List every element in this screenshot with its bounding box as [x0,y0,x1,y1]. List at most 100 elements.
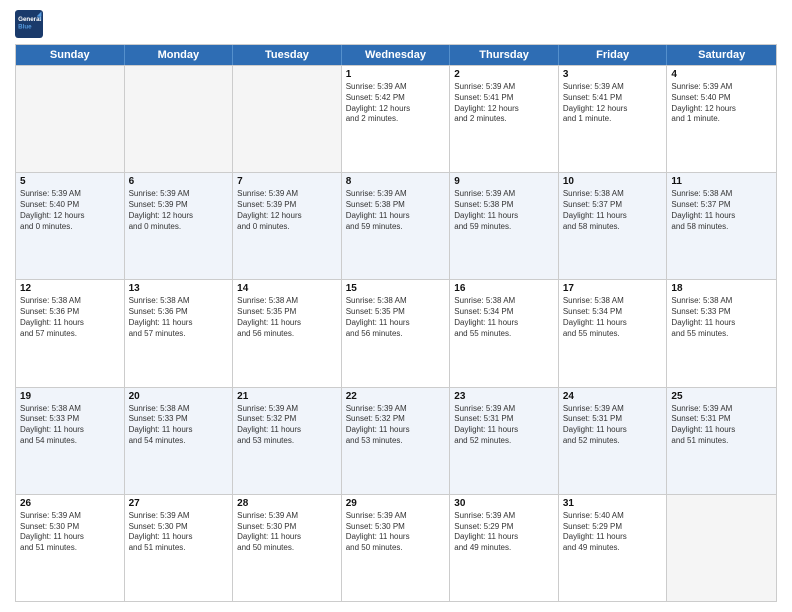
calendar-cell-13: 13Sunrise: 5:38 AMSunset: 5:36 PMDayligh… [125,280,234,386]
day-number: 3 [563,69,663,80]
cell-info: Sunrise: 5:39 AMSunset: 5:42 PMDaylight:… [346,82,446,125]
day-number: 18 [671,283,772,294]
cell-info: Sunrise: 5:38 AMSunset: 5:34 PMDaylight:… [563,296,663,339]
day-number: 24 [563,391,663,402]
calendar-cell-28: 28 Sunrise: 5:39 AMSunset: 5:30 PMDayligh… [233,495,342,601]
day-number: 30 [454,498,554,509]
day-number: 21 [237,391,337,402]
calendar-cell-25: 25 Sunrise: 5:39 AMSunset: 5:31 PMDayligh… [667,388,776,494]
day-number: 23 [454,391,554,402]
calendar-cell-30: 30 Sunrise: 5:39 AMSunset: 5:29 PMDayligh… [450,495,559,601]
cell-info: Sunrise: 5:39 AMSunset: 5:30 PMDaylight:… [237,511,337,554]
calendar-row-5: 26 Sunrise: 5:39 AMSunset: 5:30 PMDayligh… [16,494,776,601]
header-day-friday: Friday [559,45,668,65]
cell-info: Sunrise: 5:38 AMSunset: 5:35 PMDaylight:… [237,296,337,339]
calendar-row-2: 5 Sunrise: 5:39 AMSunset: 5:40 PMDaylight… [16,172,776,279]
day-number: 22 [346,391,446,402]
cell-info: Sunrise: 5:38 AMSunset: 5:33 PMDaylight:… [671,296,772,339]
cell-info: Sunrise: 5:39 AMSunset: 5:40 PMDaylight:… [20,189,120,232]
header-day-thursday: Thursday [450,45,559,65]
calendar-header: SundayMondayTuesdayWednesdayThursdayFrid… [16,45,776,65]
day-number: 25 [671,391,772,402]
cell-info: Sunrise: 5:39 AMSunset: 5:39 PMDaylight:… [129,189,229,232]
calendar-cell-16: 16 Sunrise: 5:38 AMSunset: 5:34 PMDayligh… [450,280,559,386]
day-number: 28 [237,498,337,509]
day-number: 1 [346,69,446,80]
header-day-wednesday: Wednesday [342,45,451,65]
calendar: SundayMondayTuesdayWednesdayThursdayFrid… [15,44,777,602]
day-number: 9 [454,176,554,187]
header-day-saturday: Saturday [667,45,776,65]
calendar-cell-17: 17 Sunrise: 5:38 AMSunset: 5:34 PMDayligh… [559,280,668,386]
calendar-cell-8: 8Sunrise: 5:39 AMSunset: 5:38 PMDaylight… [342,173,451,279]
cell-info: Sunrise: 5:38 AMSunset: 5:36 PMDaylight:… [129,296,229,339]
calendar-body: 1 Sunrise: 5:39 AMSunset: 5:42 PMDaylight… [16,65,776,601]
svg-text:Blue: Blue [18,24,32,31]
cell-info: Sunrise: 5:38 AMSunset: 5:37 PMDaylight:… [671,189,772,232]
calendar-cell-4: 4Sunrise: 5:39 AMSunset: 5:40 PMDaylight… [667,66,776,172]
cell-info: Sunrise: 5:39 AMSunset: 5:30 PMDaylight:… [20,511,120,554]
calendar-cell-31: 31Sunrise: 5:40 AMSunset: 5:29 PMDayligh… [559,495,668,601]
cell-info: Sunrise: 5:38 AMSunset: 5:33 PMDaylight:… [20,404,120,447]
day-number: 4 [671,69,772,80]
calendar-cell-21: 21 Sunrise: 5:39 AMSunset: 5:32 PMDayligh… [233,388,342,494]
calendar-cell-10: 10 Sunrise: 5:38 AMSunset: 5:37 PMDayligh… [559,173,668,279]
calendar-cell-14: 14Sunrise: 5:38 AMSunset: 5:35 PMDayligh… [233,280,342,386]
day-number: 16 [454,283,554,294]
calendar-cell-empty [16,66,125,172]
cell-info: Sunrise: 5:39 AMSunset: 5:31 PMDaylight:… [454,404,554,447]
calendar-row-1: 1 Sunrise: 5:39 AMSunset: 5:42 PMDaylight… [16,65,776,172]
day-number: 8 [346,176,446,187]
cell-info: Sunrise: 5:38 AMSunset: 5:35 PMDaylight:… [346,296,446,339]
cell-info: Sunrise: 5:39 AMSunset: 5:32 PMDaylight:… [346,404,446,447]
cell-info: Sunrise: 5:39 AMSunset: 5:32 PMDaylight:… [237,404,337,447]
cell-info: Sunrise: 5:39 AMSunset: 5:31 PMDaylight:… [671,404,772,447]
calendar-cell-11: 11 Sunrise: 5:38 AMSunset: 5:37 PMDayligh… [667,173,776,279]
calendar-row-4: 19Sunrise: 5:38 AMSunset: 5:33 PMDayligh… [16,387,776,494]
day-number: 17 [563,283,663,294]
day-number: 26 [20,498,120,509]
calendar-cell-2: 2 Sunrise: 5:39 AMSunset: 5:41 PMDaylight… [450,66,559,172]
day-number: 6 [129,176,229,187]
day-number: 11 [671,176,772,187]
header-day-sunday: Sunday [16,45,125,65]
cell-info: Sunrise: 5:39 AMSunset: 5:41 PMDaylight:… [454,82,554,125]
day-number: 29 [346,498,446,509]
calendar-cell-empty [667,495,776,601]
calendar-cell-empty [233,66,342,172]
calendar-cell-23: 23 Sunrise: 5:39 AMSunset: 5:31 PMDayligh… [450,388,559,494]
day-number: 12 [20,283,120,294]
logo: General Blue [15,10,47,38]
calendar-cell-empty [125,66,234,172]
calendar-cell-12: 12Sunrise: 5:38 AMSunset: 5:36 PMDayligh… [16,280,125,386]
cell-info: Sunrise: 5:39 AMSunset: 5:29 PMDaylight:… [454,511,554,554]
cell-info: Sunrise: 5:39 AMSunset: 5:30 PMDaylight:… [346,511,446,554]
calendar-cell-20: 20Sunrise: 5:38 AMSunset: 5:33 PMDayligh… [125,388,234,494]
cell-info: Sunrise: 5:39 AMSunset: 5:31 PMDaylight:… [563,404,663,447]
cell-info: Sunrise: 5:40 AMSunset: 5:29 PMDaylight:… [563,511,663,554]
calendar-cell-9: 9Sunrise: 5:39 AMSunset: 5:38 PMDaylight… [450,173,559,279]
header-day-monday: Monday [125,45,234,65]
calendar-cell-7: 7Sunrise: 5:39 AMSunset: 5:39 PMDaylight… [233,173,342,279]
cell-info: Sunrise: 5:39 AMSunset: 5:30 PMDaylight:… [129,511,229,554]
calendar-cell-1: 1 Sunrise: 5:39 AMSunset: 5:42 PMDaylight… [342,66,451,172]
calendar-cell-29: 29 Sunrise: 5:39 AMSunset: 5:30 PMDayligh… [342,495,451,601]
day-number: 2 [454,69,554,80]
day-number: 27 [129,498,229,509]
day-number: 10 [563,176,663,187]
calendar-cell-22: 22 Sunrise: 5:39 AMSunset: 5:32 PMDayligh… [342,388,451,494]
calendar-cell-15: 15Sunrise: 5:38 AMSunset: 5:35 PMDayligh… [342,280,451,386]
calendar-row-3: 12 Sunrise: 5:38 AMSunset: 5:36 PMDayligh… [16,279,776,386]
calendar-cell-26: 26 Sunrise: 5:39 AMSunset: 5:30 PMDayligh… [16,495,125,601]
header-day-tuesday: Tuesday [233,45,342,65]
calendar-cell-18: 18 Sunrise: 5:38 AMSunset: 5:33 PMDayligh… [667,280,776,386]
calendar-cell-5: 5 Sunrise: 5:39 AMSunset: 5:40 PMDaylight… [16,173,125,279]
day-number: 20 [129,391,229,402]
cell-info: Sunrise: 5:39 AMSunset: 5:39 PMDaylight:… [237,189,337,232]
cell-info: Sunrise: 5:38 AMSunset: 5:34 PMDaylight:… [454,296,554,339]
day-number: 5 [20,176,120,187]
logo-icon: General Blue [15,10,43,38]
cell-info: Sunrise: 5:38 AMSunset: 5:37 PMDaylight:… [563,189,663,232]
calendar-cell-3: 3Sunrise: 5:39 AMSunset: 5:41 PMDaylight… [559,66,668,172]
calendar-cell-27: 27 Sunrise: 5:39 AMSunset: 5:30 PMDayligh… [125,495,234,601]
